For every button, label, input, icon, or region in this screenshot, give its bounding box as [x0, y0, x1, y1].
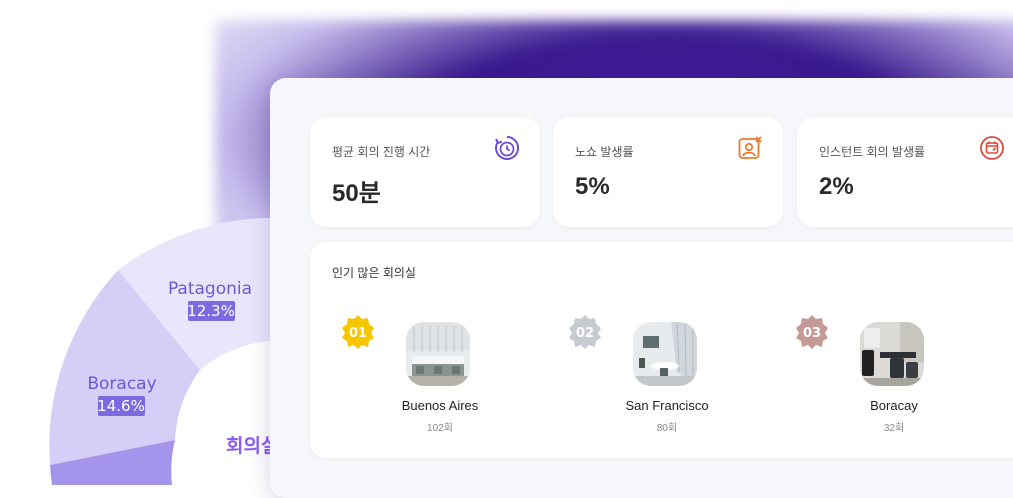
- svg-text:14.6%: 14.6%: [97, 397, 145, 415]
- clock-icon: [495, 136, 519, 160]
- slice-value-patagonia-badge: 12.3%: [187, 301, 235, 321]
- stat-label: 평균 회의 진행 시간: [332, 145, 431, 159]
- calendar-icon: [980, 136, 1004, 160]
- rank-badge: 02: [569, 315, 601, 349]
- dashboard-panel: 평균 회의 진행 시간 50분 노쇼 발생률 5% 인스턴트 회의 발생률 2%: [270, 78, 1013, 498]
- room-photo: [860, 322, 924, 386]
- room-photo: [406, 322, 470, 386]
- popular-rooms-title: 인기 많은 회의실: [332, 266, 416, 280]
- rank-badge: 03: [796, 315, 828, 349]
- room-count: 102회: [427, 423, 453, 434]
- svg-text:02: 02: [576, 326, 594, 341]
- room-count: 32회: [883, 423, 905, 434]
- room-item-boracay[interactable]: 03 Boracay 32회: [794, 314, 954, 434]
- stat-card-noshow: 노쇼 발생률 5%: [553, 117, 783, 227]
- stat-value: 50분: [332, 180, 381, 207]
- stat-card-instant-meeting: 인스턴트 회의 발생률 2%: [797, 117, 1013, 227]
- room-name: Boracay: [870, 398, 918, 413]
- rank-badge: 01: [342, 315, 374, 349]
- user-x-icon: [738, 136, 762, 159]
- room-photo: [633, 322, 697, 386]
- stat-card-avg-duration: 평균 회의 진행 시간 50분: [310, 117, 540, 227]
- room-name: Buenos Aires: [401, 398, 479, 413]
- room-item-buenos-aires[interactable]: 01 Buenos Aires 102회: [340, 314, 500, 434]
- slice-label-boracay: Boracay: [87, 374, 156, 394]
- stat-label: 인스턴트 회의 발생률: [819, 145, 926, 159]
- room-name: San Francisco: [625, 398, 709, 413]
- svg-text:03: 03: [803, 326, 821, 341]
- svg-text:12.3%: 12.3%: [187, 302, 235, 320]
- svg-text:01: 01: [349, 326, 367, 341]
- slice-label-patagonia: Patagonia: [168, 279, 252, 299]
- stat-value: 5%: [575, 173, 610, 200]
- room-item-san-francisco[interactable]: 02 San Francisco 80회: [567, 314, 727, 434]
- stat-label: 노쇼 발생률: [575, 145, 634, 159]
- stat-value: 2%: [819, 173, 854, 200]
- room-count: 80회: [656, 423, 678, 434]
- slice-value-boracay-badge: 14.6%: [97, 396, 145, 416]
- popular-rooms-card: 인기 많은 회의실 01 Buenos Aires 102회 02 San Fr…: [310, 242, 1013, 458]
